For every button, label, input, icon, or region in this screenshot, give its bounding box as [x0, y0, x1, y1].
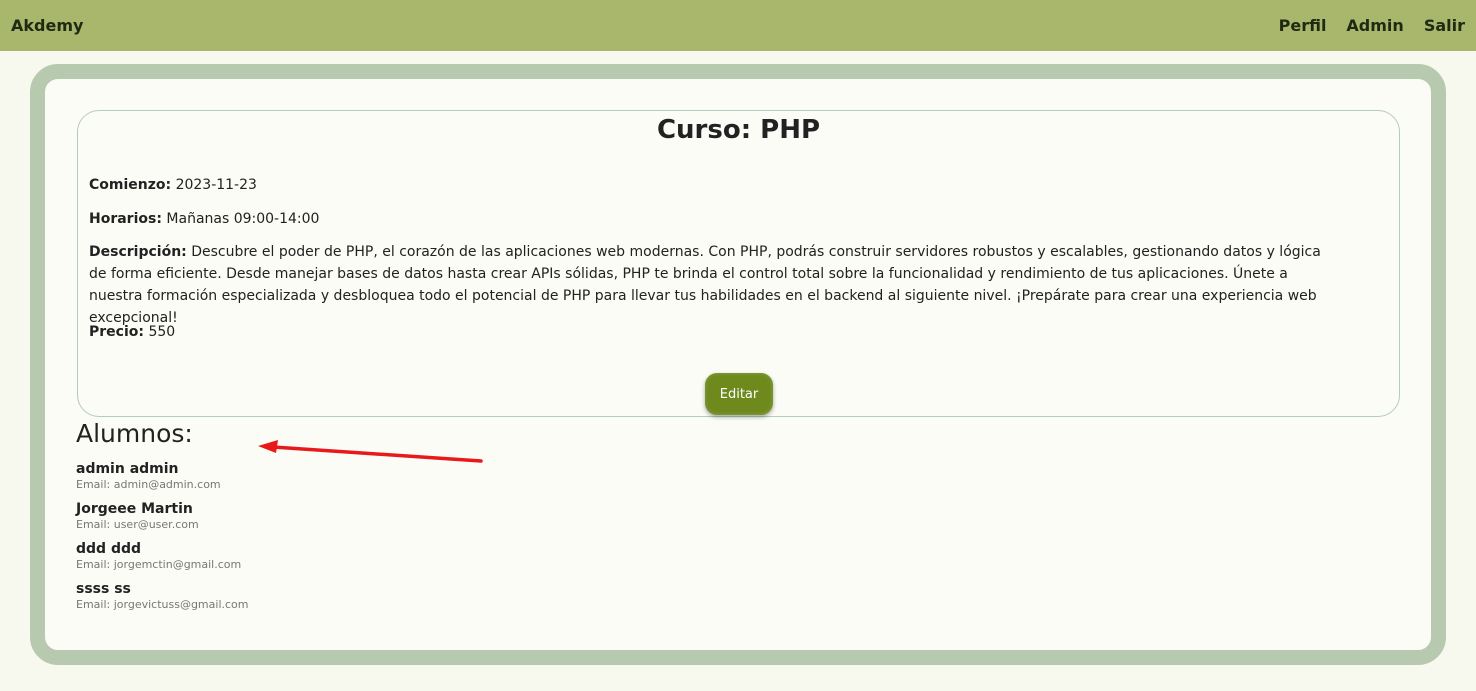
student-name: Jorgeee Martin: [76, 501, 193, 517]
course-description: Descripción: Descubre el poder de PHP, e…: [89, 241, 1324, 329]
course-schedule-label: Horarios:: [89, 211, 162, 227]
course-schedule-value: Mañanas 09:00-14:00: [166, 211, 320, 227]
student-item: admin admin Email: admin@admin.com: [76, 460, 221, 492]
course-price: Precio: 550: [89, 321, 1324, 343]
student-name: admin admin: [76, 461, 179, 477]
course-description-label: Descripción:: [89, 244, 187, 260]
nav-link-perfil[interactable]: Perfil: [1279, 16, 1327, 35]
student-item: ssss ss Email: jorgevictuss@gmail.com: [76, 580, 249, 612]
top-navbar: Akdemy Perfil Admin Salir: [0, 0, 1476, 51]
edit-button[interactable]: Editar: [705, 373, 773, 415]
student-email: Email: jorgevictuss@gmail.com: [76, 598, 249, 611]
course-schedule: Horarios: Mañanas 09:00-14:00: [89, 208, 1324, 230]
student-item: Jorgeee Martin Email: user@user.com: [76, 500, 199, 532]
nav-link-salir[interactable]: Salir: [1424, 16, 1465, 35]
arrow-head: [258, 440, 278, 453]
course-title: Curso: PHP: [656, 115, 821, 145]
nav-link-admin[interactable]: Admin: [1346, 16, 1403, 35]
students-heading: Alumnos:: [76, 419, 193, 448]
student-name: ssss ss: [76, 581, 131, 597]
course-price-label: Precio:: [89, 324, 144, 340]
nav-links: Perfil Admin Salir: [1279, 16, 1465, 35]
student-email: Email: jorgemctin@gmail.com: [76, 558, 242, 571]
course-card: Curso: PHP Comienzo: 2023-11-23 Horarios…: [77, 110, 1400, 417]
course-start-value: 2023-11-23: [175, 177, 257, 193]
course-start: Comienzo: 2023-11-23: [89, 174, 1324, 196]
course-description-value: Descubre el poder de PHP, el corazón de …: [89, 244, 1321, 326]
student-email: Email: user@user.com: [76, 518, 199, 531]
student-email: Email: admin@admin.com: [76, 478, 221, 491]
arrow-shaft: [271, 445, 483, 463]
course-price-value: 550: [148, 324, 176, 340]
student-name: ddd ddd: [76, 541, 142, 557]
brand-logo[interactable]: Akdemy: [11, 16, 83, 35]
course-start-label: Comienzo:: [89, 177, 172, 193]
student-item: ddd ddd Email: jorgemctin@gmail.com: [76, 540, 241, 572]
red-arrow-annotation: [258, 440, 483, 463]
